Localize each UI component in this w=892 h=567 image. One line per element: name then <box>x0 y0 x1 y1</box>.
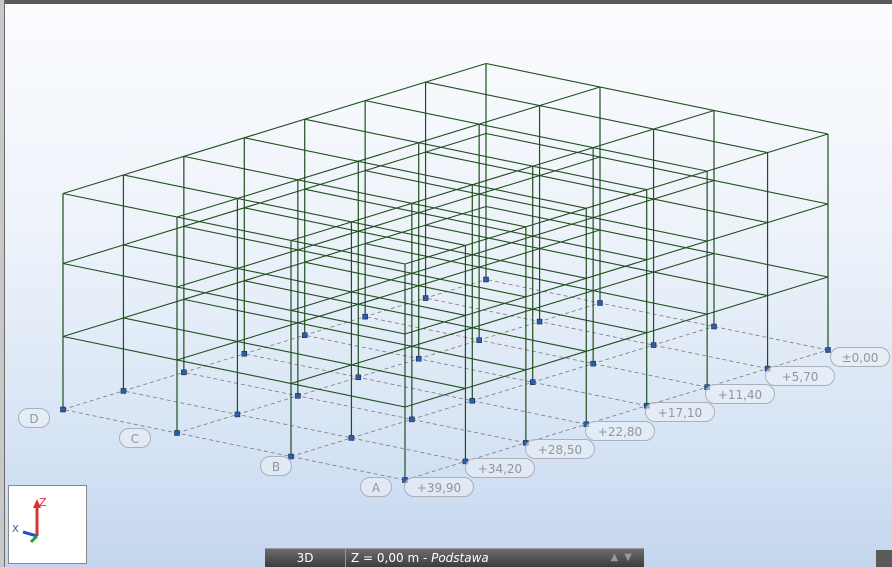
beam[interactable] <box>123 174 466 246</box>
z-axis-label: Z <box>39 496 47 509</box>
grid-line[interactable] <box>425 297 768 369</box>
support-node[interactable] <box>422 295 429 301</box>
beam[interactable] <box>62 192 406 265</box>
support-node[interactable] <box>301 332 308 338</box>
grid-line[interactable] <box>176 302 601 434</box>
beam[interactable] <box>244 280 587 352</box>
level-label-2[interactable]: +11,40 <box>705 384 775 404</box>
beam[interactable] <box>183 298 526 371</box>
grid-line[interactable] <box>304 334 647 407</box>
level-down-icon[interactable]: ▼ <box>624 552 638 563</box>
beam[interactable] <box>123 244 466 316</box>
beam[interactable] <box>425 224 768 297</box>
level-label-6[interactable]: +34,20 <box>465 458 535 478</box>
support-node[interactable] <box>825 347 831 353</box>
3d-viewport[interactable]: D C B A ±0,00 +5,70 +11,40 +17,10 +22,80… <box>5 4 892 567</box>
support-node[interactable] <box>409 416 415 423</box>
support-node[interactable] <box>362 313 368 320</box>
beam[interactable] <box>244 207 587 279</box>
beam[interactable] <box>485 62 829 135</box>
level-label-3[interactable]: +17,10 <box>645 402 715 422</box>
beam[interactable] <box>62 262 406 335</box>
grid-axis-label-a[interactable]: A <box>360 477 392 497</box>
level-value: Z = 0,00 m - <box>351 551 432 565</box>
beam[interactable] <box>183 225 526 298</box>
support-node[interactable] <box>234 411 241 418</box>
level-label-5[interactable]: +28,50 <box>525 439 595 459</box>
grid-line[interactable] <box>62 279 487 410</box>
view-3d-button[interactable]: 3D <box>265 549 346 567</box>
current-level-display[interactable]: Z = 0,00 m - Podstawa <box>351 549 489 567</box>
coordinate-axes-icon: Z X <box>12 496 47 544</box>
grid-line[interactable] <box>62 409 406 481</box>
x-axis-label: X <box>12 524 19 535</box>
beam[interactable] <box>304 118 647 191</box>
panel-corner <box>876 550 892 567</box>
support-node[interactable] <box>650 342 657 348</box>
support-node[interactable] <box>415 355 422 362</box>
level-toolbar: 3D Z = 0,00 m - Podstawa ▲▼ <box>265 548 644 567</box>
beam[interactable] <box>365 100 708 172</box>
beam[interactable] <box>485 205 829 278</box>
beam[interactable] <box>244 137 587 209</box>
level-label-4[interactable]: +22,80 <box>585 421 655 441</box>
grid-line[interactable] <box>183 371 526 444</box>
level-up-icon[interactable]: ▲ <box>611 552 625 563</box>
support-node[interactable] <box>590 360 596 367</box>
support-node[interactable] <box>711 323 717 330</box>
support-node[interactable] <box>536 318 543 325</box>
support-node[interactable] <box>469 398 476 404</box>
beam[interactable] <box>183 155 526 228</box>
grid-line[interactable] <box>485 279 829 351</box>
support-node[interactable] <box>483 276 489 283</box>
support-node[interactable] <box>295 393 301 399</box>
level-label-7[interactable]: +39,90 <box>404 477 474 497</box>
support-node[interactable] <box>529 379 536 385</box>
support-node[interactable] <box>476 337 482 343</box>
beam[interactable] <box>425 81 768 154</box>
grid-line[interactable] <box>244 353 587 425</box>
grid-line[interactable] <box>365 316 708 388</box>
level-name: Podstawa <box>431 551 489 565</box>
grid-line[interactable] <box>123 390 466 462</box>
beam[interactable] <box>123 317 466 389</box>
beam[interactable] <box>304 261 647 334</box>
level-label-0[interactable]: ±0,00 <box>830 347 890 367</box>
level-label-1[interactable]: +5,70 <box>765 366 835 386</box>
support-node[interactable] <box>597 300 603 306</box>
support-node[interactable] <box>348 435 355 441</box>
axis-triad: Z X <box>8 485 87 564</box>
support-node[interactable] <box>181 369 187 376</box>
grid-axis-label-d[interactable]: D <box>18 408 50 428</box>
beam[interactable] <box>425 151 768 224</box>
level-switch[interactable]: ▲▼ <box>611 549 638 567</box>
support-node[interactable] <box>355 374 362 381</box>
grid-axis-label-b[interactable]: B <box>260 456 292 476</box>
beam[interactable] <box>365 170 708 242</box>
support-node[interactable] <box>60 406 66 413</box>
support-node[interactable] <box>174 430 180 436</box>
beam[interactable] <box>365 243 708 315</box>
beam[interactable] <box>62 335 406 408</box>
support-node[interactable] <box>120 388 127 394</box>
grid-axis-label-c[interactable]: C <box>119 428 151 448</box>
beam[interactable] <box>304 188 647 261</box>
support-node[interactable] <box>241 351 248 357</box>
beam[interactable] <box>485 132 829 205</box>
